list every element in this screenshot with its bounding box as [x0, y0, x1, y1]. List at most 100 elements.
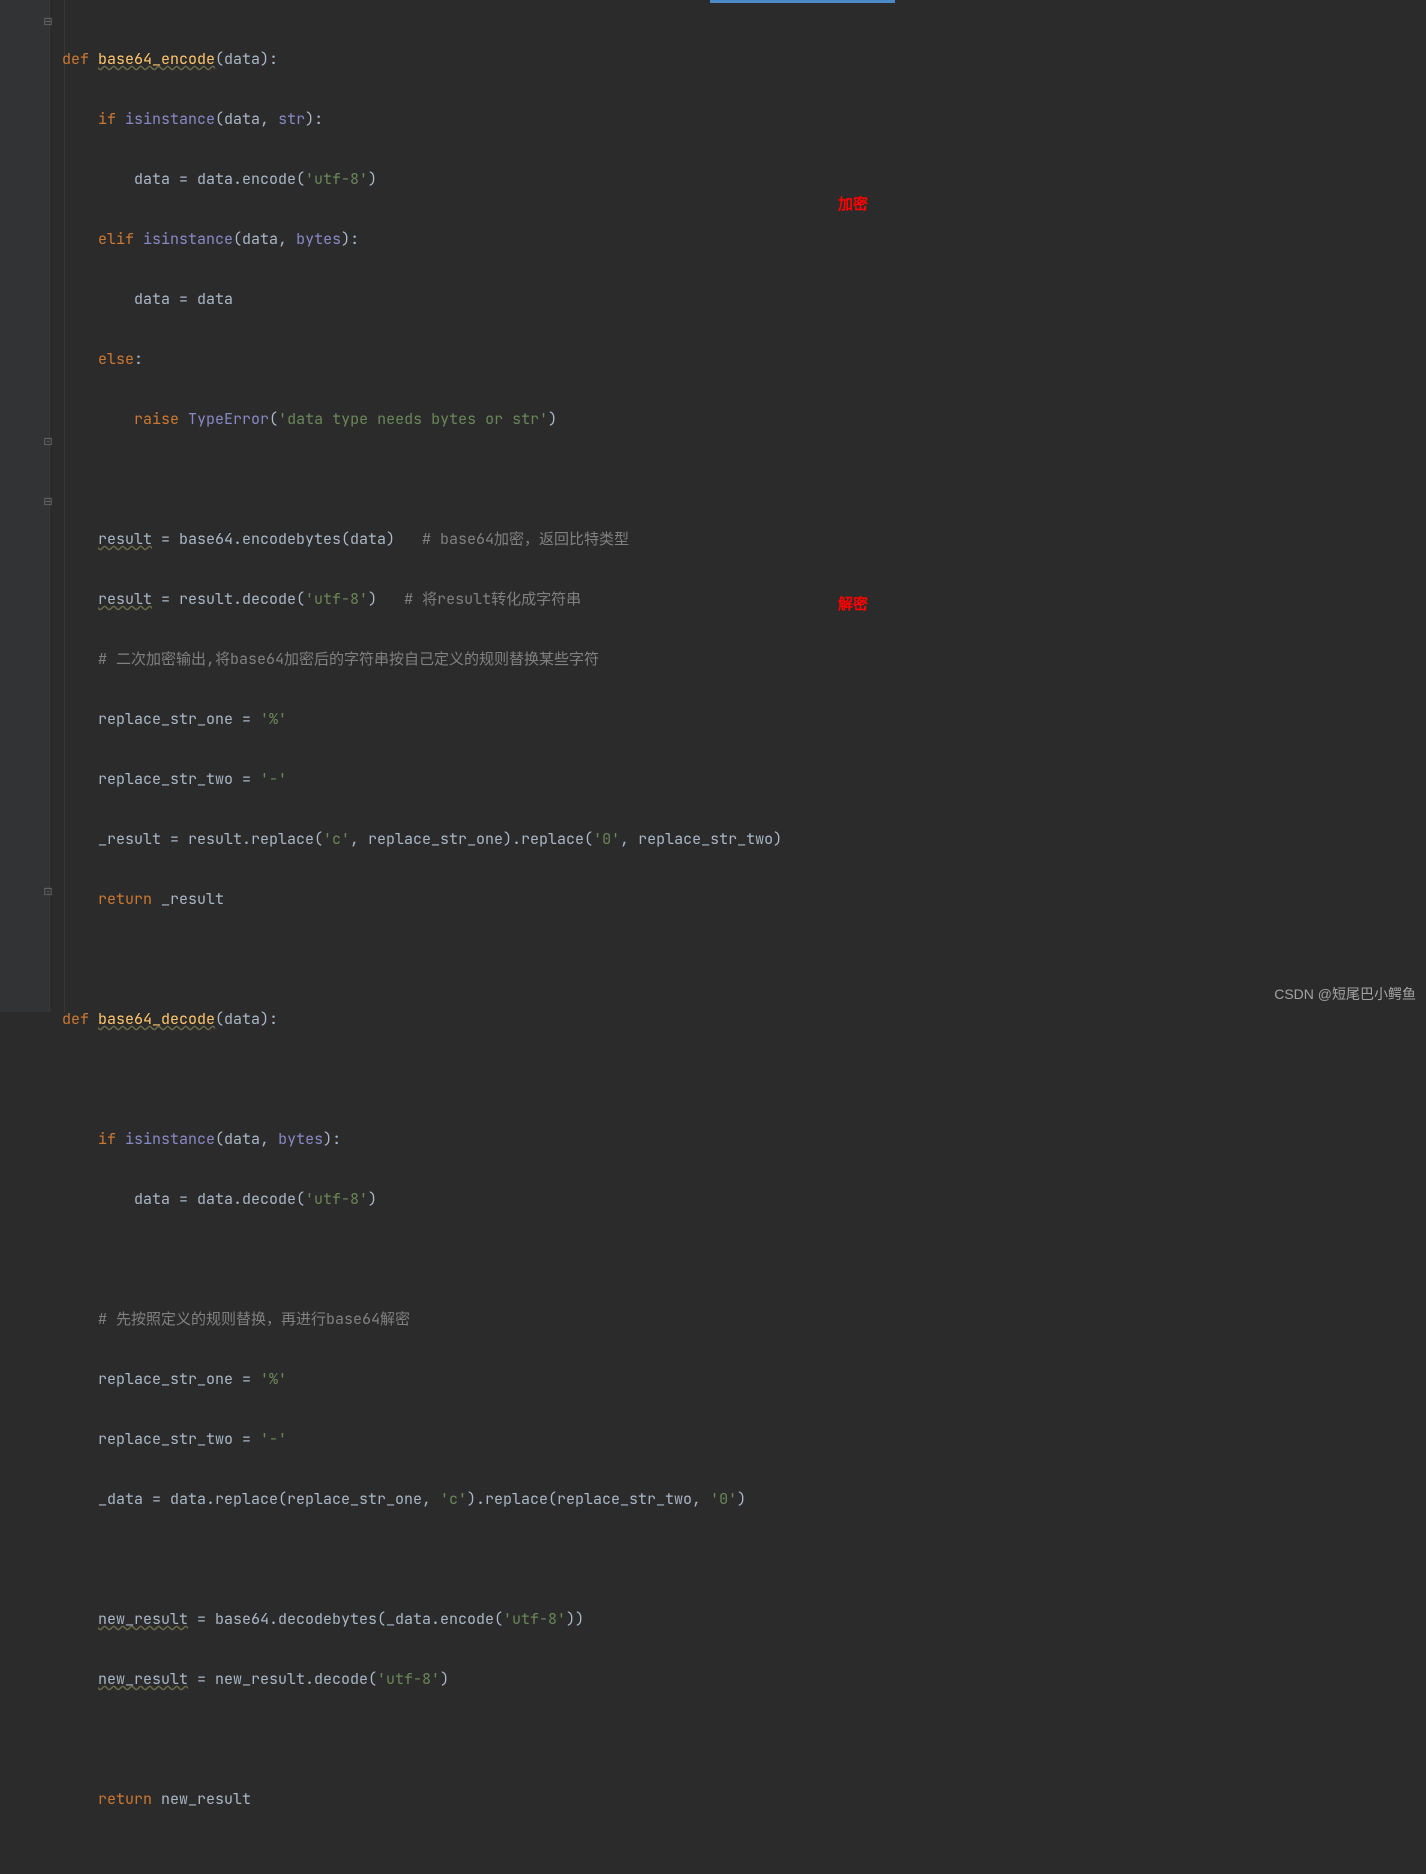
var: new_result: [98, 1669, 188, 1689]
code-line[interactable]: if isinstance(data, bytes):: [62, 1124, 782, 1154]
code-line[interactable]: result = result.decode('utf-8') # 将resul…: [62, 584, 782, 614]
text: , replace_str_two): [620, 829, 782, 849]
string: 'c': [323, 829, 350, 849]
builtin: isinstance: [125, 109, 215, 129]
var: result: [98, 529, 152, 549]
text: = new_result.decode(: [188, 1669, 377, 1689]
text: (data: [215, 109, 260, 129]
text: (: [269, 409, 278, 429]
text: = base64.decodebytes(_data.encode(: [188, 1609, 503, 1629]
code-line[interactable]: raise TypeError('data type needs bytes o…: [62, 404, 782, 434]
var: result: [98, 589, 152, 609]
fold-end-icon[interactable]: ⊡: [42, 886, 54, 898]
string: '0': [593, 829, 620, 849]
string: '%': [260, 1369, 287, 1389]
comment: # 先按照定义的规则替换，再进行base64解密: [98, 1309, 410, 1329]
function-name: base64_encode: [98, 49, 215, 69]
builtin: TypeError: [188, 409, 269, 429]
builtin: isinstance: [125, 1129, 215, 1149]
text: ):: [341, 229, 359, 249]
text: data = data: [134, 289, 233, 309]
code-line[interactable]: result = base64.encodebytes(data) # base…: [62, 524, 782, 554]
keyword-return: return: [98, 1789, 161, 1809]
string: 'utf-8': [305, 589, 368, 609]
code-line[interactable]: return _result: [62, 884, 782, 914]
text: ):: [305, 109, 323, 129]
code-line[interactable]: new_result = new_result.decode('utf-8'): [62, 1664, 782, 1694]
text: , replace_str_one).replace(: [350, 829, 593, 849]
function-name: base64_decode: [98, 1009, 215, 1029]
keyword-raise: raise: [134, 409, 188, 429]
code-line[interactable]: new_result = base64.decodebytes(_data.en…: [62, 1604, 782, 1634]
keyword-else: else: [98, 349, 134, 369]
code-line[interactable]: replace_str_two = '-': [62, 764, 782, 794]
text: ): [368, 1189, 377, 1209]
builtin: bytes: [296, 229, 341, 249]
string: '-': [260, 1429, 287, 1449]
code-line[interactable]: _data = data.replace(replace_str_one, 'c…: [62, 1484, 782, 1514]
watermark: CSDN @短尾巴小鳄鱼: [1274, 984, 1416, 1004]
code-line[interactable]: replace_str_one = '%': [62, 1364, 782, 1394]
text: ): [737, 1489, 746, 1509]
fold-collapse-icon[interactable]: ⊟: [42, 16, 54, 28]
builtin: str: [278, 109, 305, 129]
text: replace_str_one =: [98, 1369, 260, 1389]
code-line[interactable]: replace_str_two = '-': [62, 1424, 782, 1454]
params: (data):: [215, 49, 278, 69]
var: new_result: [161, 1789, 251, 1809]
text: (data: [215, 1129, 260, 1149]
text: data = data.encode(: [134, 169, 305, 189]
string: '0': [710, 1489, 737, 1509]
builtin: isinstance: [143, 229, 233, 249]
code-line[interactable]: [62, 1724, 782, 1754]
comma: ,: [278, 229, 296, 249]
code-line[interactable]: # 二次加密输出,将base64加密后的字符串按自己定义的规则替换某些字符: [62, 644, 782, 674]
code-line[interactable]: elif isinstance(data, bytes):: [62, 224, 782, 254]
text: = base64.encodebytes(data): [152, 529, 422, 549]
code-line[interactable]: [62, 1064, 782, 1094]
comment: # 二次加密输出,将base64加密后的字符串按自己定义的规则替换某些字符: [98, 649, 599, 669]
code-line[interactable]: [62, 944, 782, 974]
code-line[interactable]: [62, 464, 782, 494]
var: new_result: [98, 1609, 188, 1629]
text: ):: [323, 1129, 341, 1149]
code-line[interactable]: data = data: [62, 284, 782, 314]
text: )): [566, 1609, 584, 1629]
editor-gutter: ⊟ ⊡ ⊟ ⊡: [0, 0, 50, 1012]
annotation-decrypt: 解密: [838, 593, 868, 614]
comment: # base64加密，返回比特类型: [422, 529, 629, 549]
keyword-return: return: [98, 889, 161, 909]
code-line[interactable]: replace_str_one = '%': [62, 704, 782, 734]
string: 'utf-8': [305, 1189, 368, 1209]
code-line[interactable]: def base64_decode(data):: [62, 1004, 782, 1034]
code-line[interactable]: [62, 1244, 782, 1274]
code-line[interactable]: else:: [62, 344, 782, 374]
string: '%': [260, 709, 287, 729]
params: (data):: [215, 1009, 278, 1029]
code-line[interactable]: def base64_encode(data):: [62, 44, 782, 74]
fold-end-icon[interactable]: ⊡: [42, 436, 54, 448]
string: 'utf-8': [305, 169, 368, 189]
code-editor[interactable]: ⊟ ⊡ ⊟ ⊡ def base64_encode(data): if isin…: [0, 0, 1426, 1012]
fold-collapse-icon[interactable]: ⊟: [42, 496, 54, 508]
string: '-': [260, 769, 287, 789]
active-tab-indicator: [710, 0, 895, 3]
keyword-if: if: [98, 109, 125, 129]
code-line[interactable]: # 先按照定义的规则替换，再进行base64解密: [62, 1304, 782, 1334]
code-line[interactable]: _result = result.replace('c', replace_st…: [62, 824, 782, 854]
code-line[interactable]: data = data.decode('utf-8'): [62, 1184, 782, 1214]
code-line[interactable]: data = data.encode('utf-8'): [62, 164, 782, 194]
text: replace_str_two =: [98, 769, 260, 789]
var: _result: [161, 889, 224, 909]
text: :: [134, 349, 143, 369]
text: _data = data.replace(replace_str_one,: [98, 1489, 440, 1509]
comment: # 将result转化成字符串: [404, 589, 581, 609]
code-line[interactable]: if isinstance(data, str):: [62, 104, 782, 134]
code-line[interactable]: [62, 1544, 782, 1574]
code-line[interactable]: return new_result: [62, 1784, 782, 1814]
text: data = data.decode(: [134, 1189, 305, 1209]
text: ).replace(replace_str_two,: [467, 1489, 710, 1509]
code-content[interactable]: def base64_encode(data): if isinstance(d…: [62, 14, 782, 1874]
builtin: bytes: [278, 1129, 323, 1149]
text: replace_str_two =: [98, 1429, 260, 1449]
